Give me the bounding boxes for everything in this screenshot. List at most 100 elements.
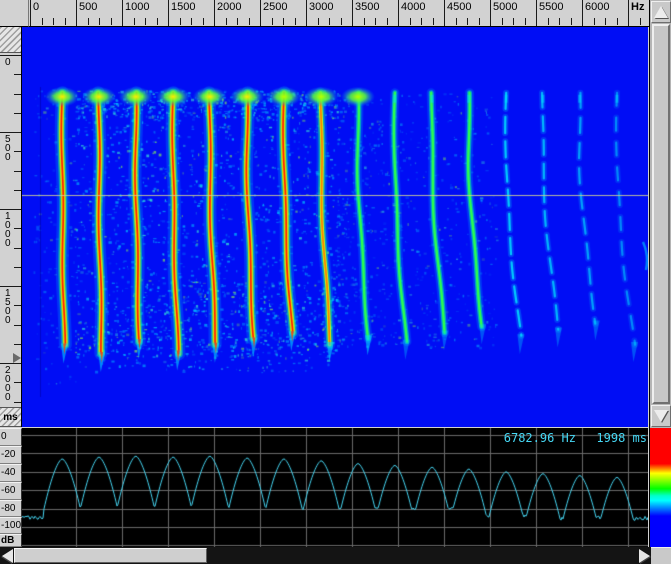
freq-tick-minor xyxy=(134,18,135,25)
freq-tick-minor xyxy=(237,18,238,25)
time-tick xyxy=(0,209,21,210)
time-tick-minor xyxy=(14,344,21,345)
freq-tick-minor xyxy=(502,18,503,25)
freq-tick xyxy=(352,0,353,26)
time-tick-label: 1 0 0 0 xyxy=(5,212,11,248)
freq-tick-label: 4000 xyxy=(401,1,425,13)
scroll-right-button[interactable] xyxy=(637,547,651,564)
time-tick-minor xyxy=(14,267,21,268)
freq-tick xyxy=(490,0,491,26)
right-arrow-icon xyxy=(639,549,650,563)
freq-tick-label: 3500 xyxy=(355,1,379,13)
freq-tick-minor xyxy=(157,18,158,25)
time-tick-minor xyxy=(14,94,21,95)
time-tick-label: 1 5 0 0 xyxy=(5,289,11,325)
freq-tick-label: 2500 xyxy=(263,1,287,13)
time-tick-label: 0 xyxy=(5,58,11,67)
freq-tick-minor xyxy=(421,18,422,25)
freq-tick-label: 5000 xyxy=(493,1,517,13)
db-scale-label: -60 xyxy=(0,482,22,500)
db-scale-label: -40 xyxy=(0,464,22,482)
vertical-scrollbar[interactable] xyxy=(649,0,671,428)
freq-tick-label: 5500 xyxy=(539,1,563,13)
horizontal-scrollbar-thumb[interactable] xyxy=(14,548,207,563)
freq-tick-minor xyxy=(375,18,376,25)
time-tick-minor xyxy=(14,382,21,383)
freq-tick-minor xyxy=(203,18,204,25)
freq-tick-label: 1500 xyxy=(171,1,195,13)
db-scale: 0-20-40-60-80-100dB xyxy=(0,428,22,547)
freq-tick-minor xyxy=(525,18,526,25)
intensity-colorbar xyxy=(649,428,671,547)
time-tick xyxy=(0,132,21,133)
freq-tick-minor xyxy=(283,18,284,25)
freq-tick-minor xyxy=(410,18,411,25)
spectrogram-canvas[interactable] xyxy=(22,27,648,427)
freq-tick-label: 1000 xyxy=(125,1,149,13)
freq-tick-minor xyxy=(467,18,468,25)
db-scale-label: -100 xyxy=(0,517,22,534)
time-tick xyxy=(0,286,21,287)
ruler-hatch-bottom: ms xyxy=(0,407,21,427)
freq-tick-minor xyxy=(479,18,480,25)
time-tick-minor xyxy=(14,305,21,306)
freq-tick-label: 4500 xyxy=(447,1,471,13)
time-tick-minor xyxy=(14,190,21,191)
freq-tick-minor xyxy=(329,18,330,25)
scrollbar-corner-box xyxy=(651,547,671,564)
time-tick-minor xyxy=(14,151,21,152)
freq-tick-minor xyxy=(364,18,365,25)
freq-tick-minor xyxy=(605,18,606,25)
freq-tick xyxy=(30,0,31,26)
time-tick-minor xyxy=(14,74,21,75)
freq-tick-minor xyxy=(191,18,192,25)
freq-tick-minor xyxy=(387,18,388,25)
ruler-corner-box xyxy=(0,0,29,27)
scroll-up-button[interactable] xyxy=(651,1,671,23)
cursor-frequency-readout: 6782.96 Hz xyxy=(420,431,576,445)
db-scale-label: 0 xyxy=(0,428,22,446)
freq-tick xyxy=(122,0,123,26)
freq-tick-minor xyxy=(617,18,618,25)
spectrum-canvas[interactable] xyxy=(22,428,648,547)
freq-tick-label: 0 xyxy=(33,1,39,13)
horizontal-scrollbar[interactable] xyxy=(0,547,651,564)
freq-tick-minor xyxy=(594,18,595,25)
freq-tick xyxy=(536,0,537,26)
freq-tick-minor xyxy=(111,18,112,25)
time-tick-label: 5 0 0 xyxy=(5,135,11,162)
freq-tick-minor xyxy=(295,18,296,25)
freq-tick xyxy=(306,0,307,26)
time-ruler: 0 5 0 0 1 0 0 0 1 5 0 0 2 0 0 0 xyxy=(0,27,22,427)
scroll-left-button[interactable] xyxy=(0,547,14,564)
time-tick-minor xyxy=(14,113,21,114)
time-tick-minor xyxy=(14,171,21,172)
time-tick-minor xyxy=(14,325,21,326)
freq-tick-minor xyxy=(513,18,514,25)
time-tick-minor xyxy=(14,248,21,249)
frequency-unit-label: Hz xyxy=(631,1,644,13)
freq-tick-minor xyxy=(341,18,342,25)
freq-tick-minor xyxy=(99,18,100,25)
freq-tick-label: 2000 xyxy=(217,1,241,13)
scroll-down-button[interactable] xyxy=(651,405,671,427)
freq-tick xyxy=(628,0,629,26)
freq-tick-minor xyxy=(456,18,457,25)
freq-tick xyxy=(260,0,261,26)
vertical-scrollbar-thumb[interactable] xyxy=(652,24,670,404)
freq-tick xyxy=(214,0,215,26)
freq-tick xyxy=(444,0,445,26)
ruler-hatch-top xyxy=(0,27,21,53)
time-tick xyxy=(0,55,21,56)
freq-tick-minor xyxy=(42,18,43,25)
time-tick-label: 2 0 0 0 xyxy=(5,366,11,402)
time-marker-arrow-icon[interactable] xyxy=(13,353,21,363)
freq-tick-minor xyxy=(88,18,89,25)
db-scale-label: -80 xyxy=(0,500,22,517)
freq-tick-label: 6000 xyxy=(585,1,609,13)
freq-tick-minor xyxy=(65,18,66,25)
freq-tick xyxy=(398,0,399,26)
freq-tick xyxy=(168,0,169,26)
up-arrow-icon xyxy=(654,6,668,18)
freq-tick-minor xyxy=(548,18,549,25)
